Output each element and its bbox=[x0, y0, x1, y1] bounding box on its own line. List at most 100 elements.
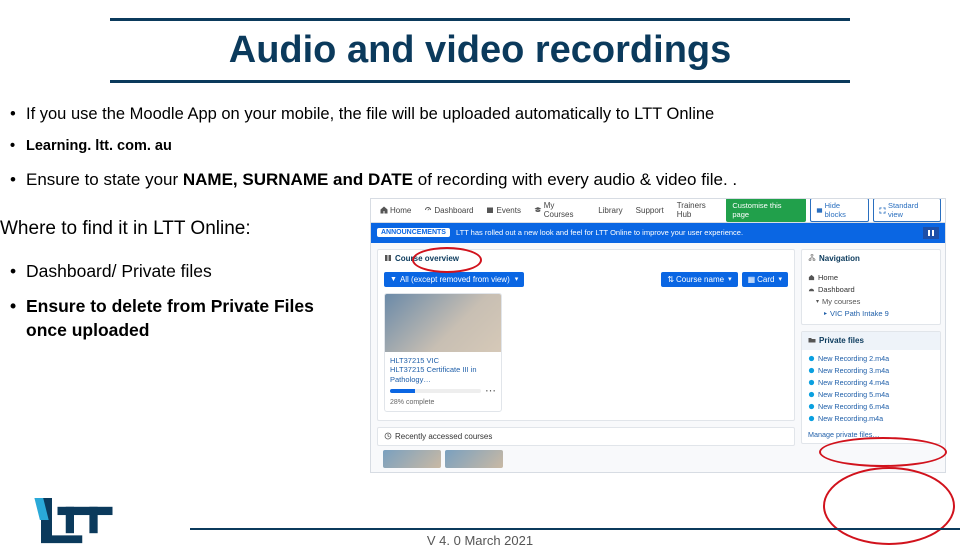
recent-thumb[interactable] bbox=[445, 450, 503, 468]
nav-library-label: Library bbox=[598, 206, 622, 215]
tree-dashboard-label: Dashboard bbox=[818, 285, 855, 294]
bullet-moodle: If you use the Moodle App on your mobile… bbox=[6, 97, 946, 131]
sc-right-buttons: Customise this page Hide blocks Standard… bbox=[726, 198, 941, 222]
left-column: Where to find it in LTT Online: Dashboar… bbox=[0, 198, 370, 349]
recent-courses-head: Recently accessed courses bbox=[377, 427, 795, 446]
standard-view-label: Standard view bbox=[888, 201, 935, 219]
navigation-panel: Navigation Home Dashboard ▾My courses ▸V… bbox=[801, 249, 941, 325]
nav-events-label: Events bbox=[496, 206, 520, 215]
manage-private-files[interactable]: Manage private files… bbox=[802, 428, 940, 443]
calendar-icon bbox=[486, 206, 494, 214]
nav-dashboard[interactable]: Dashboard bbox=[419, 198, 478, 222]
nav-mycourses-label: My Courses bbox=[544, 201, 585, 219]
bullet-delete: Ensure to delete from Private Files once… bbox=[6, 289, 356, 348]
course-code: HLT37215 VIC bbox=[390, 356, 496, 365]
announce-tag: ANNOUNCEMENTS bbox=[377, 228, 450, 237]
clock-icon bbox=[384, 432, 392, 440]
course-overview-label: Course overview bbox=[395, 254, 459, 263]
course-card[interactable]: HLT37215 VIC HLT37215 Certificate III in… bbox=[384, 293, 502, 412]
tree-dashboard[interactable]: Dashboard bbox=[808, 284, 934, 296]
sort-name[interactable]: ⇅Course name bbox=[661, 272, 737, 287]
nav-support-label: Support bbox=[636, 206, 664, 215]
folder-icon bbox=[808, 336, 816, 344]
recent-courses-label: Recently accessed courses bbox=[395, 432, 492, 441]
page-title: Audio and video recordings bbox=[110, 21, 850, 80]
sc-main: Course overview ▼All (except removed fro… bbox=[371, 243, 801, 472]
ltt-screenshot: Home Dashboard Events My Courses Library… bbox=[370, 198, 946, 473]
tree-mycourses[interactable]: ▾My courses bbox=[808, 296, 934, 308]
nav-events[interactable]: Events bbox=[481, 198, 525, 222]
audio-file-icon bbox=[808, 367, 815, 374]
version-text: V 4. 0 March 2021 bbox=[0, 533, 960, 548]
file-item[interactable]: New Recording 5.m4a bbox=[808, 389, 934, 401]
hide-blocks-button[interactable]: Hide blocks bbox=[810, 198, 869, 222]
file-item[interactable]: New Recording 2.m4a bbox=[808, 353, 934, 365]
file-label: New Recording 6.m4a bbox=[818, 402, 889, 411]
tree-course[interactable]: ▸VIC Path Intake 9 bbox=[808, 308, 934, 320]
grad-icon bbox=[534, 206, 542, 214]
recent-thumbs bbox=[377, 446, 795, 468]
nav-library[interactable]: Library bbox=[593, 198, 627, 222]
expand-icon bbox=[879, 207, 886, 214]
audio-file-icon bbox=[808, 391, 815, 398]
course-card-image bbox=[385, 294, 501, 352]
file-item[interactable]: New Recording.m4a bbox=[808, 413, 934, 425]
recent-thumb[interactable] bbox=[383, 450, 441, 468]
nav-trainers[interactable]: Trainers Hub bbox=[672, 198, 727, 222]
course-name: HLT37215 Certificate III in Pathology… bbox=[390, 365, 496, 384]
home-mini-icon bbox=[808, 274, 815, 281]
hide-icon bbox=[816, 207, 823, 214]
gauge-mini-icon bbox=[808, 286, 815, 293]
sc-announcement: ANNOUNCEMENTS LTT has rolled out a new l… bbox=[371, 223, 945, 243]
announce-pause[interactable] bbox=[923, 227, 939, 239]
filter-label: All (except removed from view) bbox=[400, 275, 510, 284]
audio-file-icon bbox=[808, 355, 815, 362]
tree-home[interactable]: Home bbox=[808, 272, 934, 284]
file-label: New Recording 3.m4a bbox=[818, 366, 889, 375]
file-label: New Recording 2.m4a bbox=[818, 354, 889, 363]
sitemap-icon bbox=[808, 254, 816, 262]
file-label: New Recording 4.m4a bbox=[818, 378, 889, 387]
file-item[interactable]: New Recording 4.m4a bbox=[808, 377, 934, 389]
file-label: New Recording 5.m4a bbox=[818, 390, 889, 399]
bullet-url: Learning. ltt. com. au bbox=[6, 131, 946, 163]
file-item[interactable]: New Recording 6.m4a bbox=[808, 401, 934, 413]
view-card[interactable]: ▦Card bbox=[742, 272, 788, 287]
book-icon bbox=[384, 254, 392, 262]
where-heading: Where to find it in LTT Online: bbox=[0, 218, 370, 240]
sc-sidebar: Navigation Home Dashboard ▾My courses ▸V… bbox=[801, 243, 945, 472]
course-overview-panel: Course overview ▼All (except removed fro… bbox=[377, 249, 795, 421]
navigation-head-label: Navigation bbox=[819, 254, 860, 263]
card-menu-icon[interactable]: ⋯ bbox=[485, 388, 496, 394]
bullet-ensure-strong: NAME, SURNAME and DATE bbox=[183, 170, 413, 189]
tree-course-label: VIC Path Intake 9 bbox=[830, 309, 889, 318]
audio-file-icon bbox=[808, 379, 815, 386]
standard-view-button[interactable]: Standard view bbox=[873, 198, 941, 222]
footer-rule bbox=[190, 528, 960, 530]
bullet-ensure: Ensure to state your NAME, SURNAME and D… bbox=[6, 163, 946, 198]
private-files-head: Private files bbox=[802, 332, 940, 350]
view-card-label: Card bbox=[757, 275, 774, 284]
audio-file-icon bbox=[808, 403, 815, 410]
left-bullets: Dashboard/ Private files Ensure to delet… bbox=[0, 254, 370, 349]
nav-trainers-label: Trainers Hub bbox=[677, 201, 722, 219]
private-files-head-label: Private files bbox=[819, 336, 864, 345]
main-bullets: If you use the Moodle App on your mobile… bbox=[0, 97, 960, 198]
nav-dashboard-label: Dashboard bbox=[434, 206, 473, 215]
progress-bar bbox=[390, 389, 481, 393]
audio-file-icon bbox=[808, 415, 815, 422]
nav-support[interactable]: Support bbox=[631, 198, 669, 222]
nav-home[interactable]: Home bbox=[375, 198, 416, 222]
nav-mycourses[interactable]: My Courses bbox=[529, 198, 590, 222]
sc-nav: Home Dashboard Events My Courses Library… bbox=[375, 198, 726, 222]
bullet-ensure-pre: Ensure to state your bbox=[26, 170, 183, 189]
customise-button[interactable]: Customise this page bbox=[726, 198, 805, 222]
filter-dropdown[interactable]: ▼All (except removed from view) bbox=[384, 272, 524, 287]
bullet-dashboard: Dashboard/ Private files bbox=[6, 254, 356, 290]
hide-blocks-label: Hide blocks bbox=[825, 201, 863, 219]
progress-text: 28% complete bbox=[385, 399, 501, 411]
file-item[interactable]: New Recording 3.m4a bbox=[808, 365, 934, 377]
navigation-head: Navigation bbox=[802, 250, 940, 268]
bullet-ensure-post: of recording with every audio & video fi… bbox=[413, 170, 737, 189]
tree-mycourses-label: My courses bbox=[822, 297, 860, 306]
